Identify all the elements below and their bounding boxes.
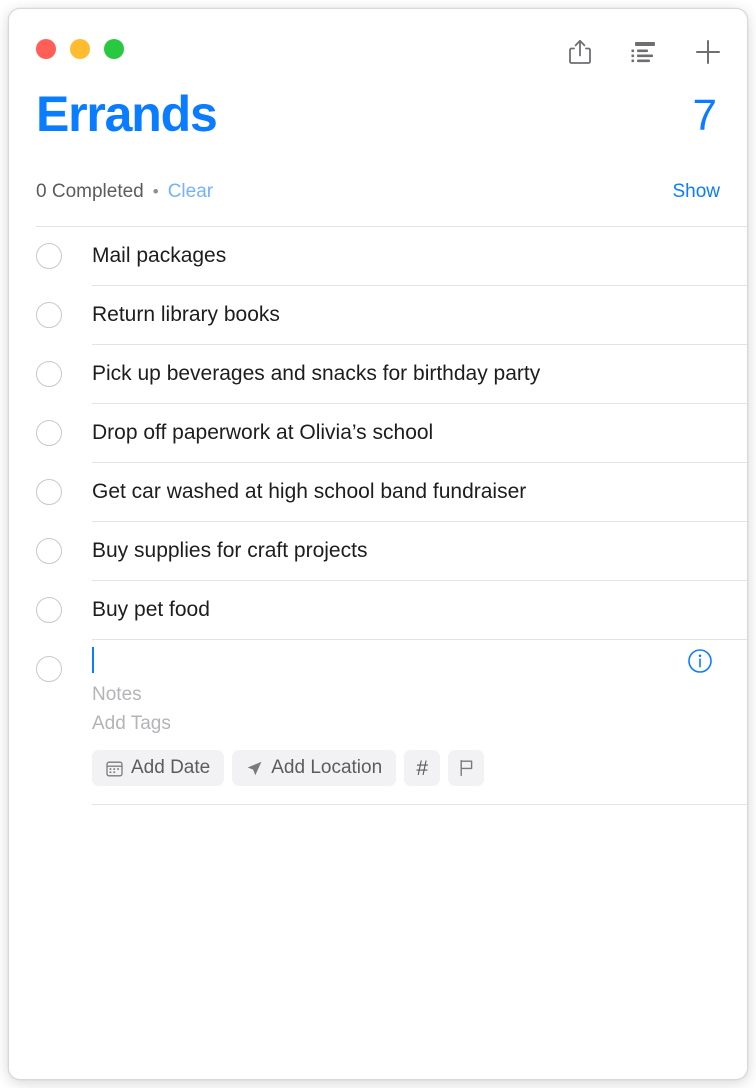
reminder-detail-actions: Add Date Add Location # — [92, 750, 747, 786]
add-date-label: Add Date — [131, 757, 211, 778]
reminders-list: Mail packages Return library books Pick … — [9, 226, 747, 805]
minimize-window-button[interactable] — [70, 39, 90, 59]
close-window-button[interactable] — [36, 39, 56, 59]
hash-icon: # — [416, 756, 428, 780]
location-arrow-icon — [246, 760, 263, 777]
reminder-title[interactable]: Buy pet food — [92, 581, 747, 639]
tags-placeholder[interactable]: Add Tags — [92, 709, 747, 738]
list-options-icon — [630, 40, 658, 64]
plus-icon — [694, 38, 722, 66]
list-options-button[interactable] — [627, 35, 661, 69]
text-cursor — [92, 647, 94, 673]
reminder-body: Get car washed at high school band fundr… — [92, 463, 747, 522]
reminder-title[interactable]: Get car washed at high school band fundr… — [92, 463, 747, 521]
new-reminder-row[interactable]: Notes Add Tags Add Date Add Location # — [9, 640, 747, 805]
new-reminder-body: Notes Add Tags Add Date Add Location # — [92, 640, 747, 805]
calendar-icon — [106, 760, 123, 777]
reminder-checkbox[interactable] — [36, 538, 62, 564]
reminder-body: Drop off paperwork at Olivia’s school — [92, 404, 747, 463]
reminder-checkbox[interactable] — [36, 302, 62, 328]
page-title: Errands — [36, 86, 218, 142]
reminder-title[interactable]: Drop off paperwork at Olivia’s school — [92, 404, 747, 462]
share-icon — [568, 39, 592, 65]
reminder-info-button[interactable] — [687, 648, 713, 674]
flag-icon — [458, 759, 475, 777]
traffic-light-controls — [36, 39, 124, 59]
table-row[interactable]: Pick up beverages and snacks for birthda… — [9, 345, 747, 404]
table-row[interactable]: Mail packages — [9, 227, 747, 286]
maximize-window-button[interactable] — [104, 39, 124, 59]
table-row[interactable]: Drop off paperwork at Olivia’s school — [9, 404, 747, 463]
table-row[interactable]: Buy supplies for craft projects — [9, 522, 747, 581]
new-reminder-title-line[interactable] — [92, 640, 747, 680]
add-location-button[interactable]: Add Location — [232, 750, 397, 786]
reminder-count: 7 — [692, 91, 717, 140]
reminder-title[interactable]: Pick up beverages and snacks for birthda… — [92, 345, 747, 403]
reminder-title[interactable]: Mail packages — [92, 227, 747, 285]
share-button[interactable] — [563, 35, 597, 69]
show-completed-button[interactable]: Show — [672, 181, 720, 203]
add-date-button[interactable]: Add Date — [92, 750, 225, 786]
reminders-window: Errands 7 0 Completed • Clear Show Mail … — [8, 8, 748, 1080]
separator-dot: • — [152, 182, 159, 201]
reminder-checkbox[interactable] — [36, 479, 62, 505]
reminder-body: Return library books — [92, 286, 747, 345]
add-tag-button[interactable]: # — [404, 750, 441, 786]
reminder-body: Buy supplies for craft projects — [92, 522, 747, 581]
table-row[interactable]: Buy pet food — [9, 581, 747, 640]
reminder-title[interactable]: Buy supplies for craft projects — [92, 522, 747, 580]
reminder-checkbox[interactable] — [36, 597, 62, 623]
list-header: Errands 7 — [9, 85, 747, 169]
completed-bar: 0 Completed • Clear Show — [9, 169, 747, 215]
notes-placeholder[interactable]: Notes — [92, 680, 747, 709]
add-reminder-button[interactable] — [691, 35, 725, 69]
table-row[interactable]: Return library books — [9, 286, 747, 345]
completed-summary: 0 Completed • Clear — [36, 181, 213, 203]
window-titlebar — [9, 9, 747, 85]
table-row[interactable]: Get car washed at high school band fundr… — [9, 463, 747, 522]
reminder-body: Buy pet food — [92, 581, 747, 640]
reminder-checkbox[interactable] — [36, 420, 62, 446]
reminder-body: Mail packages — [92, 227, 747, 286]
info-circle-icon — [687, 649, 713, 678]
reminder-checkbox[interactable] — [36, 656, 62, 682]
add-location-label: Add Location — [271, 757, 383, 778]
toolbar — [563, 35, 725, 69]
set-flag-button[interactable] — [448, 750, 485, 786]
reminder-checkbox[interactable] — [36, 243, 62, 269]
clear-completed-button[interactable]: Clear — [168, 181, 213, 203]
reminder-body: Pick up beverages and snacks for birthda… — [92, 345, 747, 404]
reminder-title[interactable]: Return library books — [92, 286, 747, 344]
completed-count-label: 0 Completed — [36, 181, 144, 202]
reminder-checkbox[interactable] — [36, 361, 62, 387]
